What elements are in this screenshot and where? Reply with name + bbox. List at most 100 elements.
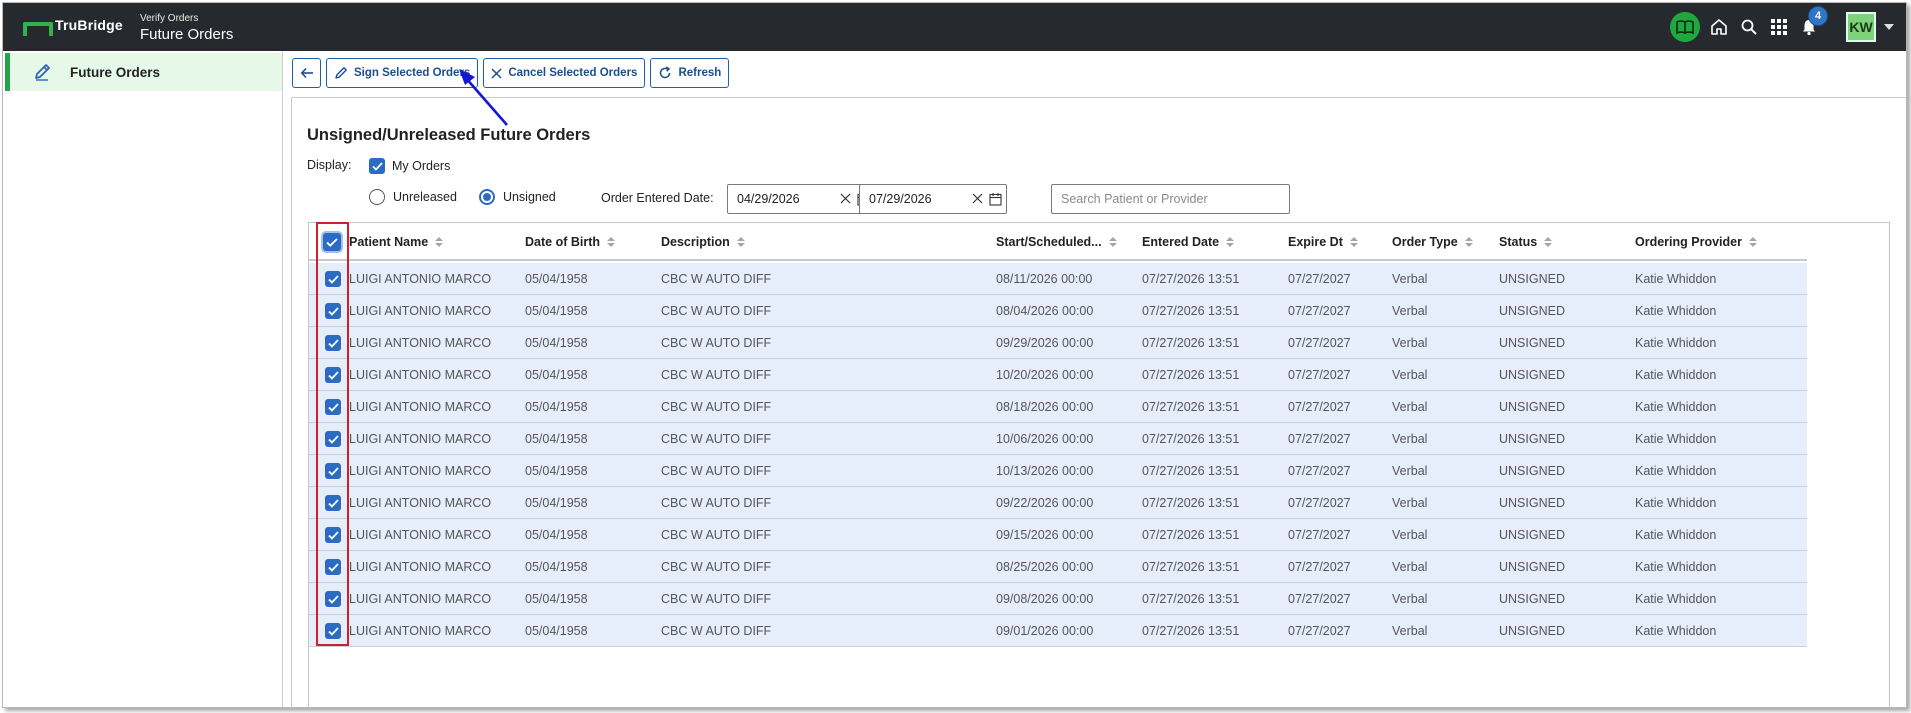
sort-icon: [435, 237, 444, 247]
row-checkbox[interactable]: [325, 463, 341, 479]
cell-expire-dt: 07/27/2027: [1288, 560, 1351, 574]
date-from-field[interactable]: 04/29/2026: [727, 184, 875, 214]
table-row[interactable]: LUIGI ANTONIO MARCO 05/04/1958 CBC W AUTO …: [309, 487, 1807, 519]
search-placeholder: Search Patient or Provider: [1061, 192, 1208, 206]
column-header-order-type[interactable]: Order Type: [1392, 223, 1473, 261]
cell-description: CBC W AUTO DIFF: [661, 560, 772, 574]
cell-ordering-provider: Katie Whiddon: [1635, 368, 1717, 382]
column-header-description[interactable]: Description: [661, 223, 745, 261]
cell-status: UNSIGNED: [1499, 304, 1565, 318]
row-checkbox[interactable]: [325, 431, 341, 447]
cell-expire-dt: 07/27/2027: [1288, 528, 1351, 542]
column-header-expire-dt[interactable]: Expire Dt: [1288, 223, 1358, 261]
table-row[interactable]: LUIGI ANTONIO MARCO 05/04/1958 CBC W AUTO …: [309, 455, 1807, 487]
unreleased-radio[interactable]: [369, 189, 385, 205]
row-checkbox[interactable]: [325, 303, 341, 319]
search-icon[interactable]: [1734, 12, 1764, 42]
caret-down-icon[interactable]: [1884, 24, 1894, 30]
cell-entered-date: 07/27/2026 13:51: [1142, 304, 1240, 318]
cell-date-of-birth: 05/04/1958: [525, 624, 588, 638]
column-header-patient-name[interactable]: Patient Name: [349, 223, 444, 261]
table-row[interactable]: LUIGI ANTONIO MARCO 05/04/1958 CBC W AUTO …: [309, 615, 1807, 647]
sort-icon: [1349, 237, 1358, 247]
cell-date-of-birth: 05/04/1958: [525, 400, 588, 414]
cell-patient-name: LUIGI ANTONIO MARCO: [349, 368, 492, 382]
cell-ordering-provider: Katie Whiddon: [1635, 400, 1717, 414]
cell-description: CBC W AUTO DIFF: [661, 368, 772, 382]
book-icon[interactable]: [1670, 12, 1700, 42]
row-checkbox[interactable]: [325, 399, 341, 415]
cell-entered-date: 07/27/2026 13:51: [1142, 272, 1240, 286]
unsigned-radio[interactable]: [478, 189, 495, 205]
cell-ordering-provider: Katie Whiddon: [1635, 528, 1717, 542]
row-checkbox[interactable]: [325, 623, 341, 639]
refresh-button[interactable]: Refresh: [650, 58, 730, 88]
cancel-selected-orders-button[interactable]: Cancel Selected Orders: [483, 58, 646, 88]
app-subtitle: Verify Orders: [140, 13, 199, 24]
column-header-label: Ordering Provider: [1635, 235, 1742, 249]
clear-icon[interactable]: [840, 193, 851, 204]
column-header-status[interactable]: Status: [1499, 223, 1553, 261]
cell-start-scheduled: 08/25/2026 00:00: [996, 560, 1094, 574]
table-row[interactable]: LUIGI ANTONIO MARCO 05/04/1958 CBC W AUTO …: [309, 519, 1807, 551]
brand-logo[interactable]: TruBridge: [23, 17, 123, 36]
search-patient-provider-input[interactable]: Search Patient or Provider: [1051, 184, 1290, 214]
cell-entered-date: 07/27/2026 13:51: [1142, 432, 1240, 446]
clear-icon[interactable]: [972, 193, 983, 204]
column-header-entered-date[interactable]: Entered Date: [1142, 223, 1235, 261]
column-header-ordering-provider[interactable]: Ordering Provider: [1635, 223, 1757, 261]
cell-order-type: Verbal: [1392, 400, 1428, 414]
cell-date-of-birth: 05/04/1958: [525, 496, 588, 510]
page-title: Future Orders: [140, 26, 234, 43]
table-row[interactable]: LUIGI ANTONIO MARCO 05/04/1958 CBC W AUTO …: [309, 391, 1807, 423]
cell-ordering-provider: Katie Whiddon: [1635, 592, 1717, 606]
date-to-field[interactable]: 07/29/2026: [859, 184, 1007, 214]
row-checkbox[interactable]: [325, 527, 341, 543]
table-header: Patient Name Date of Birth Description Star…: [309, 223, 1807, 261]
column-header-date-of-birth[interactable]: Date of Birth: [525, 223, 615, 261]
cell-description: CBC W AUTO DIFF: [661, 624, 772, 638]
cell-description: CBC W AUTO DIFF: [661, 464, 772, 478]
apps-grid-icon[interactable]: [1764, 12, 1794, 42]
cell-order-type: Verbal: [1392, 432, 1428, 446]
select-all-checkbox[interactable]: [323, 233, 341, 251]
row-checkbox[interactable]: [325, 367, 341, 383]
cell-ordering-provider: Katie Whiddon: [1635, 272, 1717, 286]
row-checkbox[interactable]: [325, 495, 341, 511]
table-row[interactable]: LUIGI ANTONIO MARCO 05/04/1958 CBC W AUTO …: [309, 423, 1807, 455]
cell-expire-dt: 07/27/2027: [1288, 304, 1351, 318]
cell-ordering-provider: Katie Whiddon: [1635, 624, 1717, 638]
order-entered-date-label: Order Entered Date:: [601, 191, 714, 205]
home-icon[interactable]: [1704, 12, 1734, 42]
row-checkbox[interactable]: [325, 335, 341, 351]
user-avatar[interactable]: KW: [1846, 12, 1876, 42]
cell-expire-dt: 07/27/2027: [1288, 272, 1351, 286]
table-row[interactable]: LUIGI ANTONIO MARCO 05/04/1958 CBC W AUTO …: [309, 551, 1807, 583]
table-row[interactable]: LUIGI ANTONIO MARCO 05/04/1958 CBC W AUTO …: [309, 359, 1807, 391]
table-row[interactable]: LUIGI ANTONIO MARCO 05/04/1958 CBC W AUTO …: [309, 263, 1807, 295]
cell-ordering-provider: Katie Whiddon: [1635, 432, 1717, 446]
row-checkbox[interactable]: [325, 559, 341, 575]
row-checkbox[interactable]: [325, 591, 341, 607]
cell-description: CBC W AUTO DIFF: [661, 496, 772, 510]
cell-status: UNSIGNED: [1499, 336, 1565, 350]
cell-order-type: Verbal: [1392, 304, 1428, 318]
back-button[interactable]: [292, 58, 321, 88]
column-header-start-scheduled[interactable]: Start/Scheduled...: [996, 223, 1117, 261]
cell-order-type: Verbal: [1392, 336, 1428, 350]
table-row[interactable]: LUIGI ANTONIO MARCO 05/04/1958 CBC W AUTO …: [309, 583, 1807, 615]
row-checkbox[interactable]: [325, 271, 341, 287]
date-from-value: 04/29/2026: [737, 192, 800, 206]
notifications-button[interactable]: 4: [1794, 6, 1828, 42]
cell-start-scheduled: 08/11/2026 00:00: [996, 272, 1093, 286]
cell-start-scheduled: 08/04/2026 00:00: [996, 304, 1094, 318]
table-row[interactable]: LUIGI ANTONIO MARCO 05/04/1958 CBC W AUTO …: [309, 327, 1807, 359]
table-row[interactable]: LUIGI ANTONIO MARCO 05/04/1958 CBC W AUTO …: [309, 295, 1807, 327]
cell-expire-dt: 07/27/2027: [1288, 592, 1351, 606]
cell-status: UNSIGNED: [1499, 528, 1565, 542]
sidebar-item-future-orders[interactable]: Future Orders: [5, 53, 282, 91]
cell-description: CBC W AUTO DIFF: [661, 400, 772, 414]
sign-selected-orders-button[interactable]: Sign Selected Orders: [326, 58, 479, 88]
my-orders-checkbox[interactable]: My Orders: [369, 158, 450, 174]
calendar-icon[interactable]: [989, 192, 1002, 206]
